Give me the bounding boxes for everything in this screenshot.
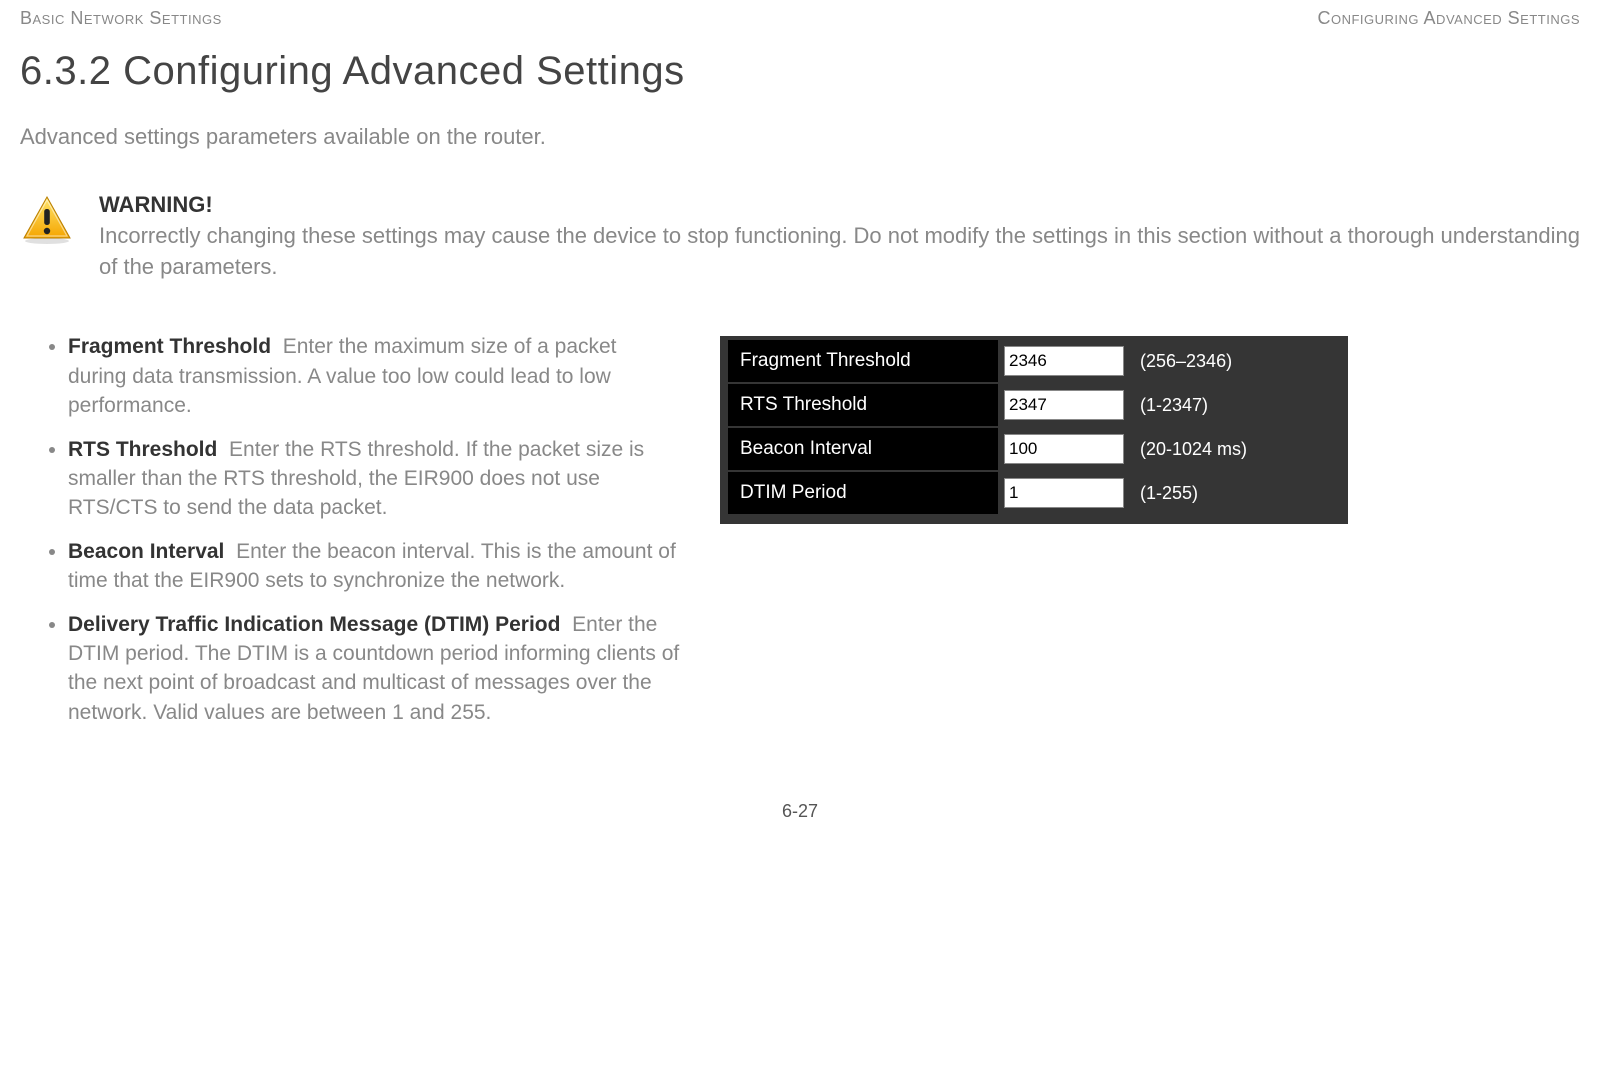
page-number: 6-27 [20,801,1580,822]
settings-row-dtim-period: DTIM Period (1-255) [728,472,1340,514]
settings-label: RTS Threshold [728,384,998,426]
warning-text: WARNING! Incorrectly changing these sett… [99,190,1580,282]
settings-hint: (1-255) [1140,483,1198,504]
settings-row-fragment-threshold: Fragment Threshold (256–2346) [728,340,1340,382]
settings-label: Beacon Interval [728,428,998,470]
header-left: Basic Network Settings [20,8,222,29]
settings-panel: Fragment Threshold (256–2346) RTS Thresh… [720,336,1348,524]
term: Beacon Interval [68,540,224,563]
settings-hint: (256–2346) [1140,351,1232,372]
bullet-list: Fragment Threshold Enter the maximum siz… [20,332,680,741]
list-item: Beacon Interval Enter the beacon interva… [68,537,680,596]
list-item: Delivery Traffic Indication Message (DTI… [68,610,680,728]
warning-title: WARNING! [99,192,213,217]
dtim-period-input[interactable] [1004,478,1124,508]
warning-icon [20,194,74,249]
settings-label: DTIM Period [728,472,998,514]
term: Fragment Threshold [68,335,271,358]
intro-text: Advanced settings parameters available o… [20,124,1580,150]
section-title: 6.3.2 Configuring Advanced Settings [20,49,1580,94]
settings-row-rts-threshold: RTS Threshold (1-2347) [728,384,1340,426]
settings-hint: (1-2347) [1140,395,1208,416]
settings-row-beacon-interval: Beacon Interval (20-1024 ms) [728,428,1340,470]
fragment-threshold-input[interactable] [1004,346,1124,376]
list-item: Fragment Threshold Enter the maximum siz… [68,332,680,420]
header-right: Configuring Advanced Settings [1317,8,1580,29]
warning-block: WARNING! Incorrectly changing these sett… [20,190,1580,282]
term: RTS Threshold [68,438,217,461]
beacon-interval-input[interactable] [1004,434,1124,464]
settings-label: Fragment Threshold [728,340,998,382]
rts-threshold-input[interactable] [1004,390,1124,420]
term: Delivery Traffic Indication Message (DTI… [68,613,560,636]
warning-body: Incorrectly changing these settings may … [99,223,1580,279]
list-item: RTS Threshold Enter the RTS threshold. I… [68,435,680,523]
settings-hint: (20-1024 ms) [1140,439,1247,460]
